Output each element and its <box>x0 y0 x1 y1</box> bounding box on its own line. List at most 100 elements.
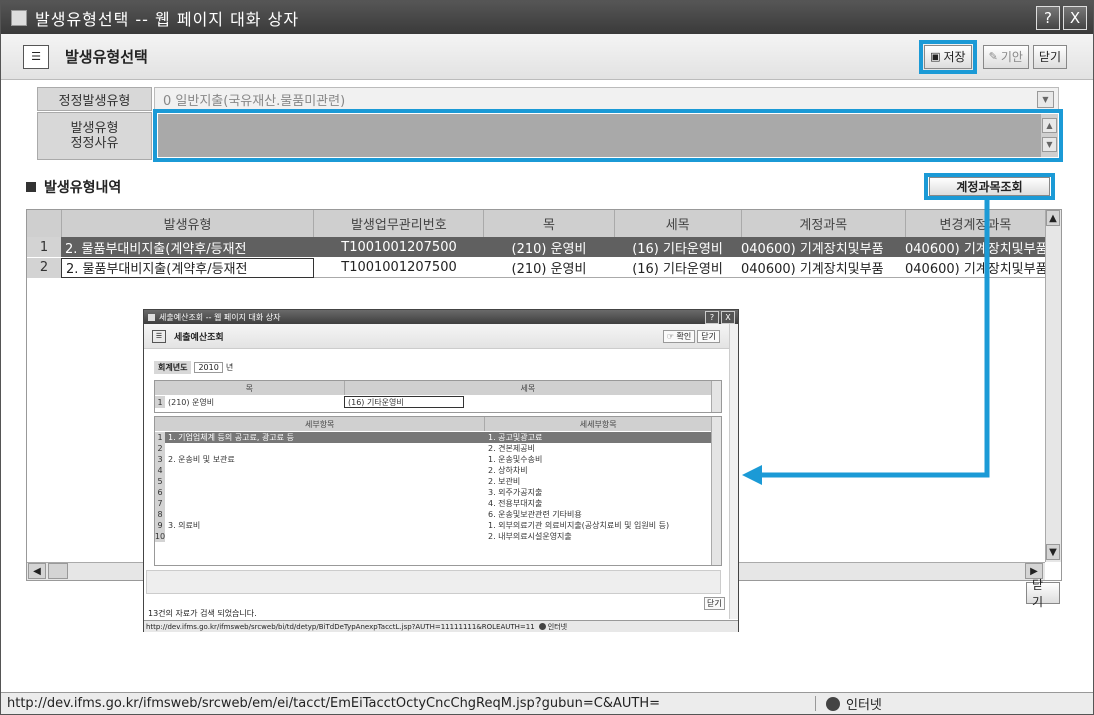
dialog-title: 세출예산조회 -- 웹 페이지 대화 상자 <box>159 312 281 322</box>
cell-semok[interactable]: (16) 기타운영비 <box>344 396 464 408</box>
semok-grid-scrollbar[interactable] <box>711 381 721 412</box>
arrow-head <box>742 465 762 485</box>
cell-mok[interactable]: (210) 운영비 <box>165 396 344 408</box>
table-row[interactable]: 6 3. 외주가공지출 <box>155 487 711 498</box>
dialog-textarea[interactable] <box>146 570 721 594</box>
cell-item[interactable] <box>165 487 485 498</box>
bullet-icon <box>26 182 36 192</box>
semok-grid-header: 목 세목 <box>155 381 711 395</box>
close-button[interactable]: 닫기 <box>1032 44 1067 69</box>
dialog-close-window-button[interactable]: X <box>721 310 735 324</box>
cell-type[interactable]: 2. 물품부대비지출(계약후/등재전 <box>61 237 314 257</box>
grid-close-button[interactable]: 닫기 <box>1026 578 1060 609</box>
reason-label-line1: 발생유형 <box>70 121 119 136</box>
row-number: 10 <box>155 531 165 542</box>
globe-icon <box>538 623 546 630</box>
scroll-down-icon[interactable]: ▼ <box>1042 137 1057 152</box>
window-titlebar[interactable]: 발생유형선택 -- 웹 페이지 대화 상자 ? X <box>1 1 1093 34</box>
draft-button[interactable]: ✎ 기안 <box>982 44 1029 69</box>
cell-item[interactable] <box>165 476 485 487</box>
grid-header-subitem[interactable]: 세세부항목 <box>485 417 711 431</box>
table-row[interactable]: 5 2. 보관비 <box>155 476 711 487</box>
cell-subitem[interactable]: 2. 상하차비 <box>485 465 711 476</box>
cell-item[interactable] <box>165 509 485 520</box>
cell-mok[interactable]: (210) 운영비 <box>484 237 614 257</box>
cell-item[interactable]: 1. 기업업체계 등의 공고료, 광고료 등 <box>165 432 485 443</box>
row-number: 1 <box>155 396 165 408</box>
grid-header-semok[interactable]: 세목 <box>614 210 742 237</box>
grid-header-semok[interactable]: 세목 <box>344 381 711 395</box>
cell-item[interactable] <box>165 443 485 454</box>
table-row[interactable]: 2 2. 견본제공비 <box>155 443 711 454</box>
grid-header-mok[interactable]: 목 <box>484 210 615 237</box>
cell-subitem[interactable]: 2. 견본제공비 <box>485 443 711 454</box>
save-button[interactable]: ▣ 저장 <box>924 44 972 69</box>
cell-mok[interactable]: (210) 운영비 <box>484 258 614 278</box>
table-row[interactable]: 4 2. 상하차비 <box>155 465 711 476</box>
table-row[interactable]: 3 2. 운송비 및 보관료 1. 운송및수송비 <box>155 454 711 465</box>
cell-mgmt[interactable]: T1001001207500 <box>314 258 484 278</box>
cell-item[interactable] <box>165 498 485 509</box>
dialog-scrollbar[interactable] <box>729 324 738 619</box>
cell-semok[interactable]: (16) 기타운영비 <box>614 258 741 278</box>
reason-textarea[interactable]: ▲ ▼ <box>158 114 1058 157</box>
chevron-down-icon[interactable]: ▼ <box>1037 90 1054 108</box>
page-title: 발생유형선택 <box>65 48 148 66</box>
row-number: 7 <box>155 498 165 509</box>
cell-subitem[interactable]: 1. 공고및광고료 <box>485 432 711 443</box>
cell-subitem[interactable]: 1. 외부의료기관 의료비지출(공상치료비 및 입원비 등) <box>485 520 711 531</box>
cell-semok[interactable]: (16) 기타운영비 <box>614 237 741 257</box>
correction-type-label: 정정발생유형 <box>37 87 152 111</box>
dialog-help-button[interactable]: ? <box>705 310 719 324</box>
table-row[interactable]: 10 2. 내부의료시설운영지출 <box>155 531 711 542</box>
table-row[interactable]: 9 3. 의료비 1. 외부의료기관 의료비지출(공상치료비 및 입원비 등) <box>155 520 711 531</box>
status-zone: 인터넷 <box>846 698 882 713</box>
checklist-icon: ☰ <box>152 329 166 343</box>
row-number: 3 <box>155 454 165 465</box>
row-number: 2 <box>27 257 61 278</box>
correction-type-select[interactable]: 0 일반지출(국유재산.물품미관련) ▼ <box>154 87 1059 111</box>
cell-subitem[interactable]: 6. 운송및보관관련 기타비용 <box>485 509 711 520</box>
grid-header-item[interactable]: 세부항목 <box>155 417 486 431</box>
dialog-titlebar[interactable]: 세출예산조회 -- 웹 페이지 대화 상자 ? X <box>144 310 738 324</box>
dialog-close-button[interactable]: 닫기 <box>697 329 720 343</box>
scroll-up-icon[interactable]: ▲ <box>1042 118 1057 133</box>
row-number: 8 <box>155 509 165 520</box>
grid-header-mgmt[interactable]: 발생업무관리번호 <box>314 210 485 237</box>
cell-subitem[interactable]: 3. 외주가공지출 <box>485 487 711 498</box>
scroll-left-icon[interactable]: ◀ <box>28 563 46 579</box>
cell-subitem[interactable]: 4. 전용부대지출 <box>485 498 711 509</box>
status-url: http://dev.ifms.go.kr/ifmsweb/srcweb/em/… <box>1 696 816 711</box>
cell-item[interactable]: 2. 운송비 및 보관료 <box>165 454 485 465</box>
cell-item[interactable]: 3. 의료비 <box>165 520 485 531</box>
dialog-confirm-button[interactable]: ☞ 확인 <box>662 329 696 343</box>
fiscal-year-input[interactable]: 2010 <box>194 361 223 373</box>
dialog-confirm-label: 확인 <box>676 331 692 341</box>
table-row[interactable]: 7 4. 전용부대지출 <box>155 498 711 509</box>
cell-subitem[interactable]: 1. 운송및수송비 <box>485 454 711 465</box>
scroll-up-icon[interactable]: ▲ <box>1046 210 1060 226</box>
cell-item[interactable] <box>165 465 485 476</box>
grid-vertical-scrollbar[interactable] <box>1045 210 1061 562</box>
cell-subitem[interactable]: 2. 보관비 <box>485 476 711 487</box>
pencil-icon: ✎ <box>988 50 998 63</box>
cell-type[interactable]: 2. 물품부대비지출(계약후/등재전 <box>61 257 314 278</box>
row-number: 4 <box>155 465 165 476</box>
dialog-status-bar: http://dev.ifms.go.kr/ifmsweb/srcweb/bi/… <box>144 620 738 632</box>
cell-subitem[interactable]: 2. 내부의료시설운영지출 <box>485 531 711 542</box>
scroll-thumb[interactable] <box>48 563 68 579</box>
grid-header-mok[interactable]: 목 <box>155 381 345 395</box>
detail-grid-body: 1 1. 기업업체계 등의 공고료, 광고료 등 1. 공고및광고료 2 2. … <box>155 432 711 542</box>
grid-header-type[interactable]: 발생유형 <box>61 210 315 237</box>
cell-item[interactable] <box>165 531 485 542</box>
close-window-button[interactable]: X <box>1063 5 1087 30</box>
scroll-down-icon[interactable]: ▼ <box>1046 544 1060 560</box>
detail-grid-scrollbar[interactable] <box>711 417 721 565</box>
help-button[interactable]: ? <box>1036 5 1060 30</box>
table-row[interactable]: 1 (210) 운영비 (16) 기타운영비 <box>155 396 711 408</box>
cell-mgmt[interactable]: T1001001207500 <box>314 237 484 257</box>
table-row[interactable]: 1 1. 기업업체계 등의 공고료, 광고료 등 1. 공고및광고료 <box>155 432 711 443</box>
window-title: 발생유형선택 -- 웹 페이지 대화 상자 <box>35 9 300 29</box>
dialog-inner-close-button[interactable]: 닫기 <box>704 597 725 610</box>
table-row[interactable]: 8 6. 운송및보관관련 기타비용 <box>155 509 711 520</box>
